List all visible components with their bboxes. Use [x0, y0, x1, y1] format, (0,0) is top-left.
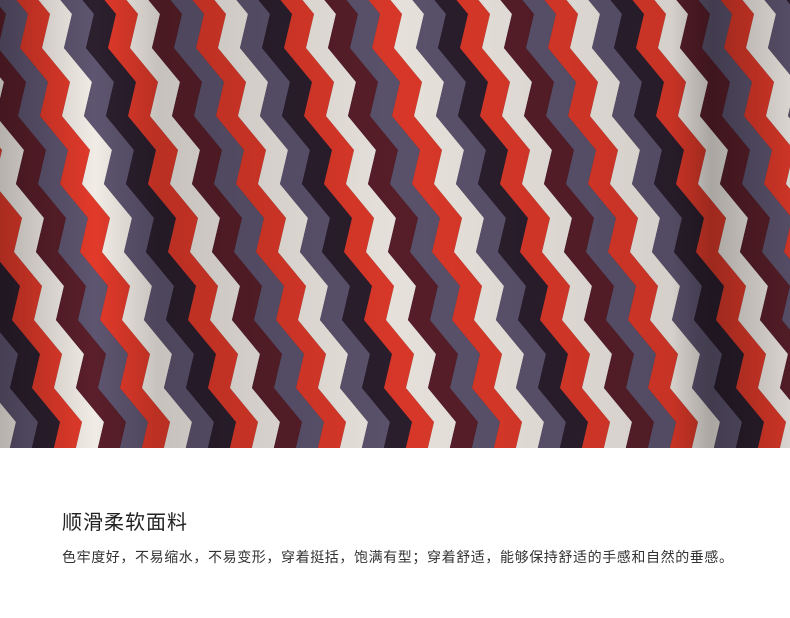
fabric-drape-shading	[0, 0, 790, 448]
feature-description: 色牢度好，不易缩水，不易变形，穿着挺括，饱满有型；穿着舒适，能够保持舒适的手感和…	[62, 550, 734, 566]
fabric-pattern-graphic	[0, 0, 790, 448]
feature-text-block: 顺滑柔软面料 色牢度好，不易缩水，不易变形，穿着挺括，饱满有型；穿着舒适，能够保…	[62, 508, 752, 570]
feature-heading: 顺滑柔软面料	[62, 510, 188, 534]
fabric-pattern-photo	[0, 0, 790, 448]
product-detail-panel: 顺滑柔软面料 色牢度好，不易缩水，不易变形，穿着挺括，饱满有型；穿着舒适，能够保…	[0, 0, 790, 618]
